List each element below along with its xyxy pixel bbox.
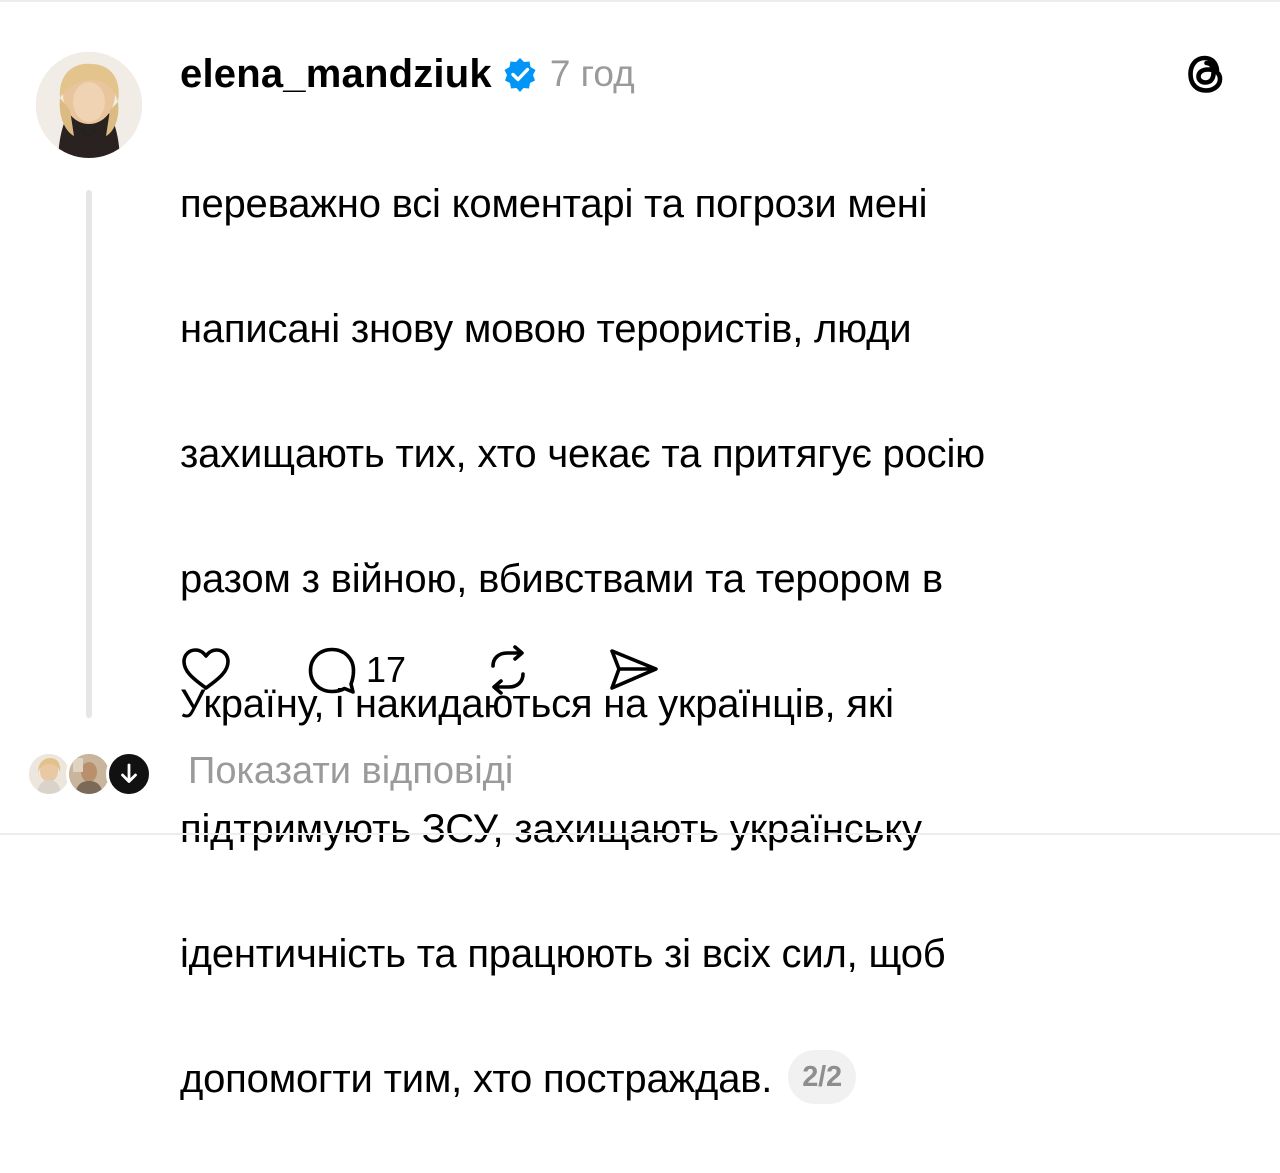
show-replies-link[interactable]: Показати відповіді <box>188 750 513 793</box>
author-avatar[interactable] <box>36 52 142 158</box>
share-button[interactable] <box>606 640 662 700</box>
thread-connector-line <box>86 190 92 718</box>
comment-button[interactable]: 17 <box>304 640 406 700</box>
reply-avatars[interactable] <box>26 746 152 802</box>
post-text-last-line: допомогти тим, хто постраждав. 2/2 <box>180 1048 1180 1111</box>
thread-pager-badge: 2/2 <box>788 1049 856 1104</box>
post-timestamp: 7 год <box>549 53 635 94</box>
comment-count: 17 <box>366 649 407 690</box>
post-text-line: переважно всі коментарі та погрози мені <box>180 181 928 226</box>
post-text-line: ідентичність та працюють зі всіх сил, що… <box>180 931 946 976</box>
post-text-line: написані знову мовою терористів, люди <box>180 306 912 351</box>
threads-logo-icon[interactable] <box>1180 48 1232 100</box>
post-text-line: підтримують ЗСУ, захищають українську <box>180 806 922 851</box>
expand-replies-button[interactable] <box>106 751 152 797</box>
comment-bubble-icon <box>308 647 356 694</box>
arrow-down-icon <box>121 763 137 783</box>
bottom-divider <box>0 833 1280 835</box>
post-header: elena_mandziuk 7 год <box>180 46 635 102</box>
heart-icon <box>182 648 230 690</box>
post-text-line: захищають тих, хто чекає та притягує рос… <box>180 431 985 476</box>
top-divider <box>0 0 1280 2</box>
repost-icon <box>491 645 525 695</box>
avatar-image <box>36 52 142 158</box>
repost-button[interactable] <box>480 640 536 700</box>
verified-badge-icon <box>502 56 538 92</box>
send-icon <box>610 649 658 690</box>
username[interactable]: elena_mandziuk <box>180 52 492 97</box>
post-text-line: разом з війною, вбивствами та терором в <box>180 556 943 601</box>
like-button[interactable] <box>178 640 234 700</box>
post-text-line: допомогти тим, хто постраждав. <box>180 1056 773 1101</box>
